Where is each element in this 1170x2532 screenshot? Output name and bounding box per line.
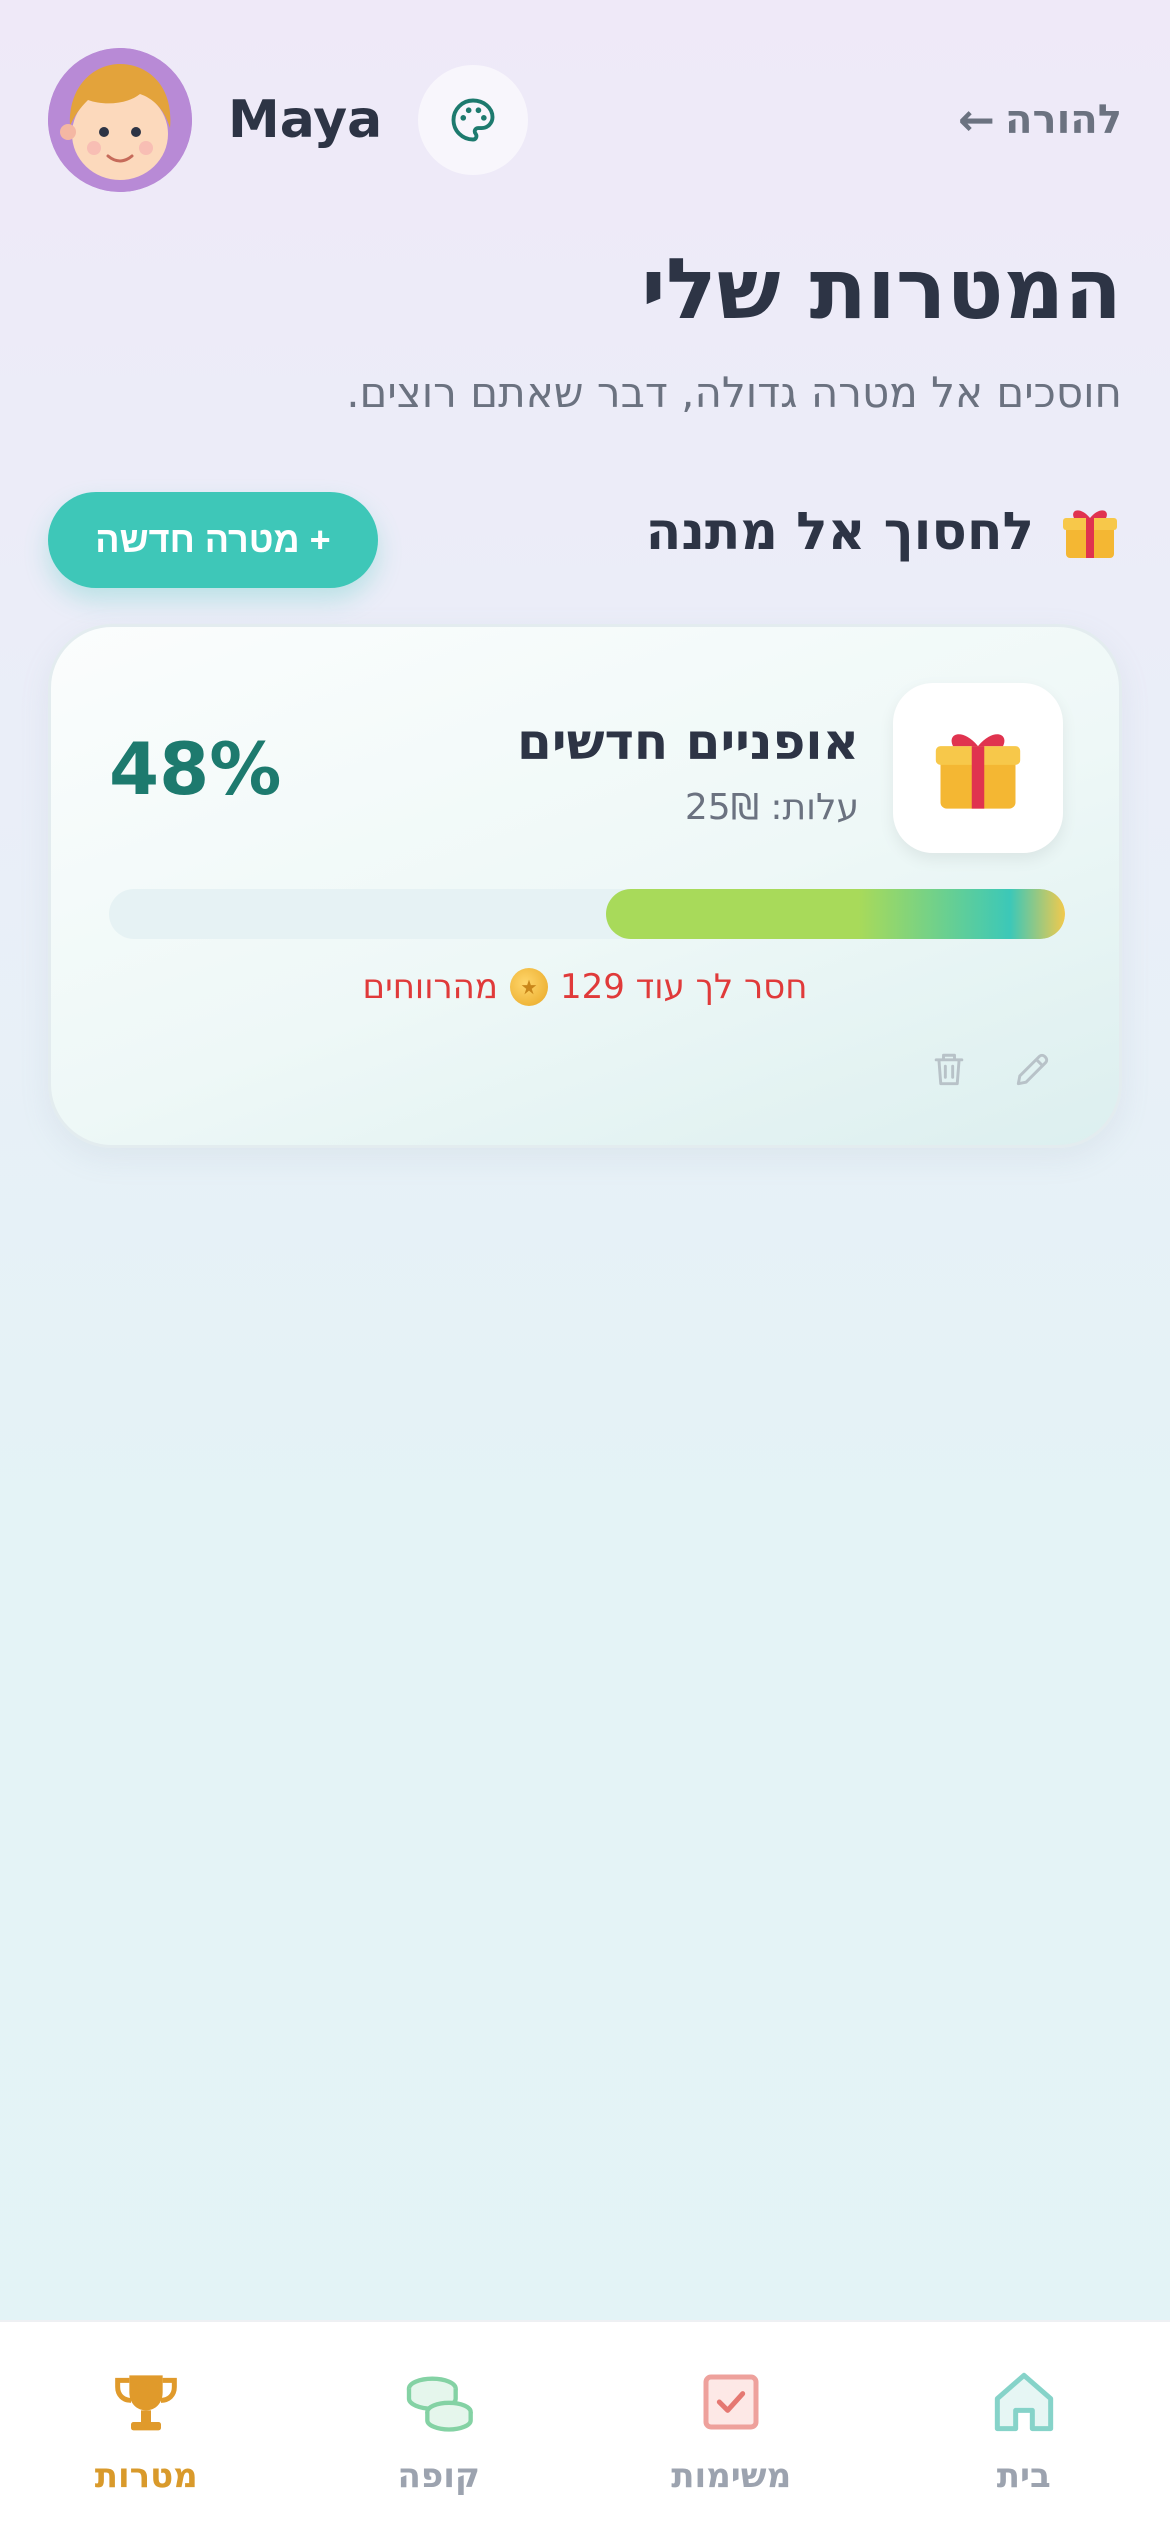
child-name: Maya	[228, 90, 383, 150]
gift-icon	[935, 734, 1021, 809]
new-goal-button[interactable]: + מטרה חדשה	[48, 492, 378, 588]
goal-remaining: חסר לך עוד 129 מהרווחים	[51, 967, 1119, 1007]
nav-label-home: בית	[996, 2456, 1051, 2496]
child-face-icon	[48, 48, 192, 192]
nav-label-coins: קופה	[397, 2456, 480, 2496]
page-subtitle: חוסכים אל מטרה גדולה, דבר שאתם רוצים.	[346, 368, 1122, 417]
pencil-icon	[1016, 1053, 1049, 1086]
home-icon	[994, 2372, 1053, 2432]
trophy-icon	[115, 2375, 178, 2431]
nav-label-goals: מטרות	[94, 2456, 198, 2496]
goal-percent: 48%	[109, 727, 282, 811]
goal-name: אופניים חדשים	[517, 713, 859, 771]
remaining-text: חסר לך עוד 129	[559, 967, 808, 1007]
section-title: לחסוך אל מתנה	[645, 502, 1034, 562]
theme-button[interactable]	[418, 65, 529, 175]
nav-tasks[interactable]: משימות	[585, 2322, 878, 2532]
goal-card[interactable]: אופניים חדשים עלות: 25₪ 48% חסר לך עוד 1…	[48, 624, 1122, 1148]
parent-link-label: להורה	[1005, 97, 1122, 143]
avatar[interactable]	[48, 48, 192, 192]
top-header: Maya ← להורה	[48, 48, 1122, 192]
gift-icon	[1063, 510, 1117, 558]
remaining-suffix: מהרווחים	[362, 967, 498, 1007]
coin-icon	[509, 968, 548, 1006]
trash-icon	[934, 1053, 964, 1086]
delete-goal-button[interactable]	[919, 1039, 979, 1099]
nav-goals[interactable]: מטרות	[0, 2322, 293, 2532]
palette-icon	[451, 98, 495, 142]
bottom-nav: בית משימות קופה מטרות	[0, 2320, 1170, 2532]
edit-goal-button[interactable]	[1003, 1039, 1063, 1099]
nav-label-tasks: משימות	[671, 2456, 792, 2496]
nav-coins[interactable]: קופה	[293, 2322, 586, 2532]
tasks-icon	[703, 2374, 759, 2430]
parent-mode-link[interactable]: ← להורה	[958, 95, 1122, 146]
coins-icon	[406, 2376, 473, 2432]
progress-track	[109, 889, 1065, 939]
goal-icon-box	[893, 683, 1063, 853]
section-heading: לחסוך אל מתנה	[646, 500, 1122, 564]
goal-cost: עלות: 25₪	[684, 787, 859, 828]
profile-group: Maya	[48, 48, 529, 192]
page-title: המטרות שלי	[641, 240, 1122, 338]
nav-home[interactable]: בית	[878, 2322, 1170, 2532]
progress-fill	[606, 889, 1065, 939]
arrow-left-icon: ←	[958, 94, 996, 146]
